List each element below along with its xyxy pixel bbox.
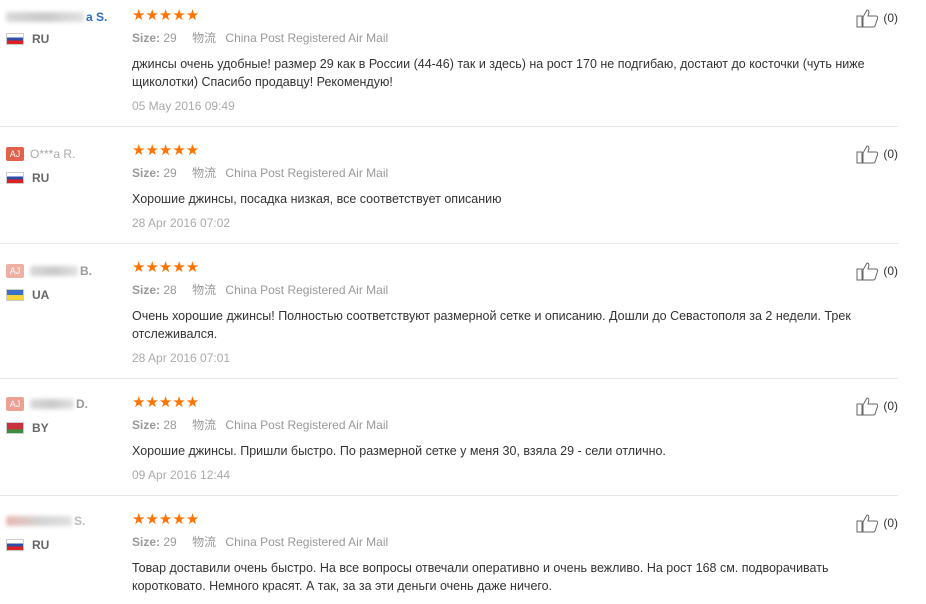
review-content: ★★★★★ Size: 29 物流 China Post Registered … — [132, 7, 872, 114]
size-label: Size: — [132, 31, 161, 45]
shipping-method: China Post Registered Air Mail — [225, 418, 389, 432]
review-text: Очень хорошие джинсы! Полностью соответс… — [132, 309, 851, 341]
reviewer-name: a S. — [86, 10, 108, 24]
shipping-method: China Post Registered Air Mail — [225, 283, 389, 297]
helpful-button[interactable]: (0) — [856, 8, 898, 28]
shipping-method: China Post Registered Air Mail — [225, 166, 389, 180]
blurred-name — [30, 266, 78, 276]
review-date: 09 Apr 2016 12:44 — [132, 468, 231, 482]
helpful-button[interactable]: (0) — [856, 513, 898, 533]
helpful-button[interactable]: (0) — [856, 396, 898, 416]
reviewer-info: a S. RU — [6, 8, 121, 46]
size-value: 29 — [163, 31, 177, 45]
flag-ru-icon — [6, 539, 24, 551]
avatar: AJ — [6, 147, 24, 161]
country-code: BY — [32, 421, 49, 435]
size-value: 28 — [163, 283, 177, 297]
review-date: 05 May 2016 09:49 — [132, 99, 235, 113]
country-code: RU — [32, 171, 50, 185]
review-item: S. RU ★★★★★ Size: 29 物流 China Post Regis… — [0, 496, 898, 604]
reviewer-name: S. — [74, 514, 86, 528]
flag-by-icon — [6, 422, 24, 434]
flag-ua-icon — [6, 289, 24, 301]
star-rating: ★★★★★ — [132, 511, 200, 528]
avatar: AJ — [6, 264, 24, 278]
shipping-label: 物流 — [192, 418, 217, 432]
helpful-count: (0) — [883, 516, 898, 530]
thumbs-up-icon[interactable] — [856, 261, 880, 281]
star-rating: ★★★★★ — [132, 394, 200, 411]
blurred-name — [6, 516, 72, 526]
size-label: Size: — [132, 418, 161, 432]
shipping-label: 物流 — [192, 166, 217, 180]
helpful-count: (0) — [883, 11, 898, 25]
helpful-count: (0) — [883, 264, 898, 278]
review-content: ★★★★★ Size: 28 物流 China Post Registered … — [132, 394, 872, 483]
review-content: ★★★★★ Size: 29 物流 China Post Registered … — [132, 142, 872, 231]
shipping-label: 物流 — [192, 31, 217, 45]
reviewer-info: AJ D. BY — [6, 395, 121, 435]
reviewer-info: AJ O***a R. RU — [6, 145, 121, 185]
review-item: AJ D. BY ★★★★★ Size: 28 物流 China Post Re… — [0, 379, 898, 496]
review-item: a S. RU ★★★★★ Size: 29 物流 China Post Reg… — [0, 0, 898, 127]
country-code: RU — [32, 538, 50, 552]
review-content: ★★★★★ Size: 29 物流 China Post Registered … — [132, 512, 872, 595]
reviewer-info: S. RU — [6, 512, 121, 552]
thumbs-up-icon[interactable] — [856, 396, 880, 416]
review-meta: Size: 29 物流 China Post Registered Air Ma… — [132, 31, 872, 45]
shipping-method: China Post Registered Air Mail — [225, 31, 389, 45]
reviewer-name: B. — [80, 264, 92, 278]
review-item: AJ B. UA ★★★★★ Size: 28 物流 China Post Re… — [0, 244, 898, 379]
blurred-name — [6, 12, 84, 22]
size-label: Size: — [132, 166, 161, 180]
helpful-count: (0) — [883, 399, 898, 413]
reviewer-info: AJ B. UA — [6, 262, 121, 302]
thumbs-up-icon[interactable] — [856, 144, 880, 164]
review-date: 28 Apr 2016 07:01 — [132, 351, 231, 365]
review-item: AJ O***a R. RU ★★★★★ Size: 29 物流 China P… — [0, 127, 898, 244]
shipping-method: China Post Registered Air Mail — [225, 535, 389, 549]
thumbs-up-icon[interactable] — [856, 8, 880, 28]
star-rating: ★★★★★ — [132, 142, 200, 159]
size-label: Size: — [132, 283, 161, 297]
country-code: RU — [32, 32, 50, 46]
review-text: Хорошие джинсы. Пришли быстро. По размер… — [132, 444, 666, 458]
thumbs-up-icon[interactable] — [856, 513, 880, 533]
review-meta: Size: 29 物流 China Post Registered Air Ma… — [132, 166, 872, 180]
country-code: UA — [32, 288, 50, 302]
review-text: джинсы очень удобные! размер 29 как в Ро… — [132, 57, 865, 89]
star-rating: ★★★★★ — [132, 7, 200, 24]
helpful-count: (0) — [883, 147, 898, 161]
size-value: 29 — [163, 535, 177, 549]
size-label: Size: — [132, 535, 161, 549]
review-meta: Size: 28 物流 China Post Registered Air Ma… — [132, 418, 872, 432]
star-rating: ★★★★★ — [132, 259, 200, 276]
review-meta: Size: 29 物流 China Post Registered Air Ma… — [132, 535, 872, 549]
flag-ru-icon — [6, 33, 24, 45]
review-content: ★★★★★ Size: 28 物流 China Post Registered … — [132, 259, 872, 366]
shipping-label: 物流 — [192, 535, 217, 549]
size-value: 29 — [163, 166, 177, 180]
reviewer-name: D. — [76, 397, 88, 411]
helpful-button[interactable]: (0) — [856, 144, 898, 164]
flag-ru-icon — [6, 172, 24, 184]
blurred-name — [30, 399, 74, 409]
review-date: 28 Apr 2016 07:02 — [132, 216, 231, 230]
review-text: Товар доставили очень быстро. На все воп… — [132, 561, 829, 593]
shipping-label: 物流 — [192, 283, 217, 297]
reviewer-name: O***a R. — [30, 147, 76, 161]
review-text: Хорошие джинсы, посадка низкая, все соот… — [132, 192, 502, 206]
size-value: 28 — [163, 418, 177, 432]
review-meta: Size: 28 物流 China Post Registered Air Ma… — [132, 283, 872, 297]
avatar: AJ — [6, 397, 24, 411]
helpful-button[interactable]: (0) — [856, 261, 898, 281]
